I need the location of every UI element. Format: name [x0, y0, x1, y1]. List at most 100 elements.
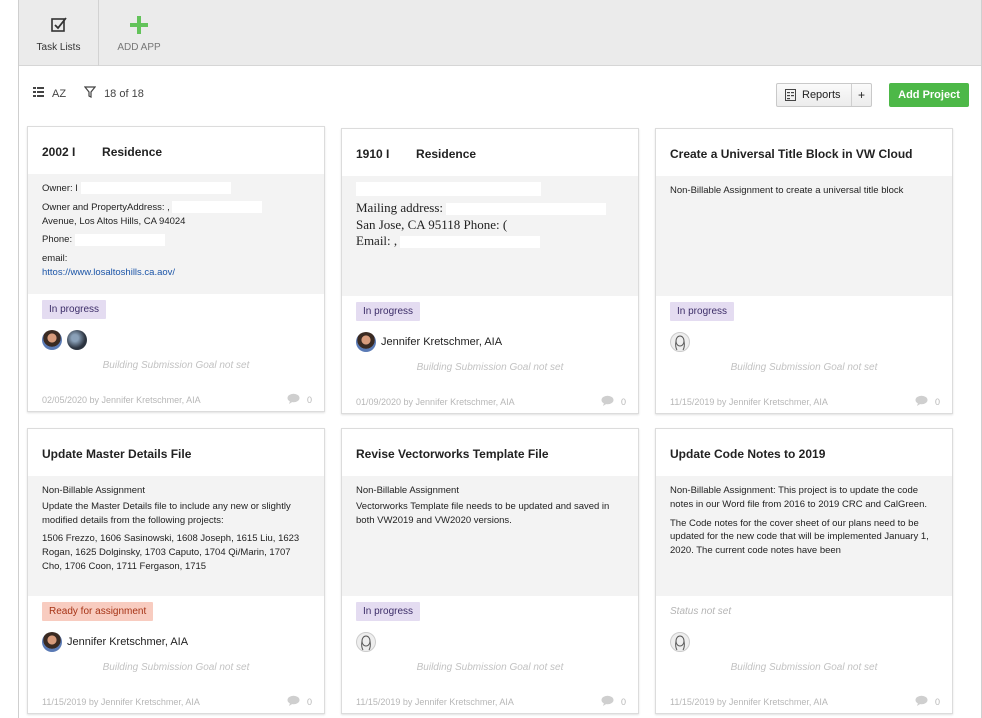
comment-count: 0: [620, 696, 626, 707]
created-info: 11/15/2019 by Jennifer Kretschmer, AIA: [670, 696, 828, 707]
assignees: [42, 330, 92, 350]
reports-main[interactable]: Reports: [777, 84, 852, 106]
submission-goal[interactable]: Building Submission Goal not set: [342, 662, 638, 673]
comment-count: 0: [934, 396, 940, 407]
comment-count: 0: [934, 696, 940, 707]
avatar[interactable]: [67, 330, 87, 350]
grid-view-icon[interactable]: [33, 87, 44, 100]
desc-line: Owner and PropertyAddress: ,: [42, 201, 170, 213]
assignee-name[interactable]: Jennifer Kretschmer, AIA: [381, 336, 502, 348]
status-badge[interactable]: Ready for assignment: [42, 602, 154, 621]
project-card[interactable]: Update Code Notes to 2019 Non-Billable A…: [655, 428, 953, 714]
card-title[interactable]: Revise Vectorworks Template File: [356, 447, 628, 461]
add-app-label: ADD APP: [117, 41, 161, 53]
reports-button[interactable]: Reports +: [776, 83, 872, 107]
card-title[interactable]: Update Master Details File: [42, 447, 314, 461]
comments-count[interactable]: 0: [601, 395, 626, 408]
comments-count[interactable]: 0: [287, 393, 312, 406]
desc-line: Update the Master Details file to includ…: [42, 500, 291, 526]
comments-count[interactable]: 0: [287, 695, 312, 708]
checkbox-icon: [48, 14, 70, 36]
add-app-button[interactable]: ADD APP: [99, 0, 179, 66]
desc-line: Phone:: [42, 234, 73, 246]
add-project-button[interactable]: Add Project: [889, 83, 969, 107]
submission-goal[interactable]: Building Submission Goal not set: [656, 362, 952, 373]
card-description: Non-Billable Assignment Vectorworks Temp…: [342, 476, 638, 596]
card-footer: 11/15/2019 by Jennifer Kretschmer, AIA 0: [670, 395, 940, 408]
desc-line: Non-Billable Assignment: [356, 485, 459, 496]
view-controls: AZ 18 of 18: [33, 86, 144, 101]
avatar[interactable]: [356, 332, 376, 352]
project-toolbar: AZ 18 of 18 Reports + Add Project: [19, 66, 981, 122]
avatar[interactable]: [42, 330, 62, 350]
comments-count[interactable]: 0: [915, 395, 940, 408]
card-footer: 11/15/2019 by Jennifer Kretschmer, AIA 0: [670, 695, 940, 708]
comments-count[interactable]: 0: [601, 695, 626, 708]
app-task-lists-label: Task Lists: [36, 41, 81, 53]
status-badge[interactable]: In progress: [356, 602, 421, 621]
desc-line: Email: ,: [356, 232, 398, 248]
card-description: Mailing address: San Jose, CA 95118 Phon…: [342, 176, 638, 296]
comment-count: 0: [306, 394, 312, 405]
card-description: Non-Billable Assignment Update the Maste…: [28, 476, 324, 596]
assignees: Jennifer Kretschmer, AIA: [42, 632, 188, 652]
comment-icon: [601, 395, 614, 408]
card-description: Non-Billable Assignment: This project is…: [656, 476, 952, 596]
comment-icon: [915, 695, 928, 708]
card-footer: 11/15/2019 by Jennifer Kretschmer, AIA 0: [42, 695, 312, 708]
filter-count: 18 of 18: [104, 87, 144, 100]
app-task-lists[interactable]: Task Lists: [19, 0, 99, 66]
created-info: 11/15/2019 by Jennifer Kretschmer, AIA: [356, 696, 514, 707]
filter-icon[interactable]: [83, 86, 97, 101]
comment-icon: [287, 695, 300, 708]
reports-add-button[interactable]: +: [852, 88, 871, 102]
status-badge[interactable]: Status not set: [670, 602, 738, 621]
comment-count: 0: [306, 696, 312, 707]
website-link[interactable]: httos://www.losaltoshills.ca.aov/: [42, 267, 175, 278]
assignees: [670, 632, 695, 652]
assignee-name[interactable]: Jennifer Kretschmer, AIA: [67, 636, 188, 648]
card-title[interactable]: Create a Universal Title Block in VW Clo…: [670, 147, 942, 161]
app-frame: Task Lists ADD APP AZ 18 of 18 Reports +…: [18, 0, 982, 718]
card-description: Non-Billable Assignment to create a univ…: [656, 176, 952, 296]
plus-icon: [128, 14, 150, 36]
submission-goal[interactable]: Building Submission Goal not set: [342, 362, 638, 373]
card-footer: 01/09/2020 by Jennifer Kretschmer, AIA 0: [356, 395, 626, 408]
card-title[interactable]: 2002 I Residence: [42, 145, 314, 159]
project-card[interactable]: Create a Universal Title Block in VW Clo…: [655, 128, 953, 414]
report-icon: [785, 89, 796, 101]
status-badge[interactable]: In progress: [42, 300, 107, 319]
assignees: [356, 632, 381, 652]
project-card[interactable]: 1910 I Residence Mailing address: San Jo…: [341, 128, 639, 414]
card-footer: 11/15/2019 by Jennifer Kretschmer, AIA 0: [356, 695, 626, 708]
project-card[interactable]: Revise Vectorworks Template File Non-Bil…: [341, 428, 639, 714]
desc-line: Mailing address:: [356, 200, 444, 216]
avatar[interactable]: [356, 632, 376, 652]
comment-icon: [915, 395, 928, 408]
assignees: Jennifer Kretschmer, AIA: [356, 332, 502, 352]
desc-line: Avenue, Los Altos Hills, CA 94024: [42, 215, 186, 227]
avatar[interactable]: [42, 632, 62, 652]
submission-goal[interactable]: Building Submission Goal not set: [656, 662, 952, 673]
avatar[interactable]: [670, 332, 690, 352]
desc-line: 1506 Frezzo, 1606 Sasinowski, 1608 Josep…: [42, 533, 300, 572]
avatar[interactable]: [670, 632, 690, 652]
card-title[interactable]: Update Code Notes to 2019: [670, 447, 942, 461]
sort-az-button[interactable]: AZ: [52, 88, 66, 100]
desc-line: Non-Billable Assignment to create a univ…: [670, 185, 904, 196]
project-card[interactable]: Update Master Details File Non-Billable …: [27, 428, 325, 714]
status-badge[interactable]: In progress: [670, 302, 735, 321]
submission-goal[interactable]: Building Submission Goal not set: [28, 360, 324, 371]
status-badge[interactable]: In progress: [356, 302, 421, 321]
comments-count[interactable]: 0: [915, 695, 940, 708]
card-title[interactable]: 1910 I Residence: [356, 147, 628, 161]
desc-line: email:: [42, 253, 68, 265]
comment-icon: [601, 695, 614, 708]
desc-line: Non-Billable Assignment: This project is…: [670, 485, 927, 510]
comment-count: 0: [620, 396, 626, 407]
project-card[interactable]: 2002 I Residence Owner: I Owner and Prop…: [27, 126, 325, 412]
submission-goal[interactable]: Building Submission Goal not set: [28, 662, 324, 673]
created-info: 11/15/2019 by Jennifer Kretschmer, AIA: [42, 696, 200, 707]
created-info: 11/15/2019 by Jennifer Kretschmer, AIA: [670, 396, 828, 407]
desc-line: Owner: I: [42, 183, 78, 194]
